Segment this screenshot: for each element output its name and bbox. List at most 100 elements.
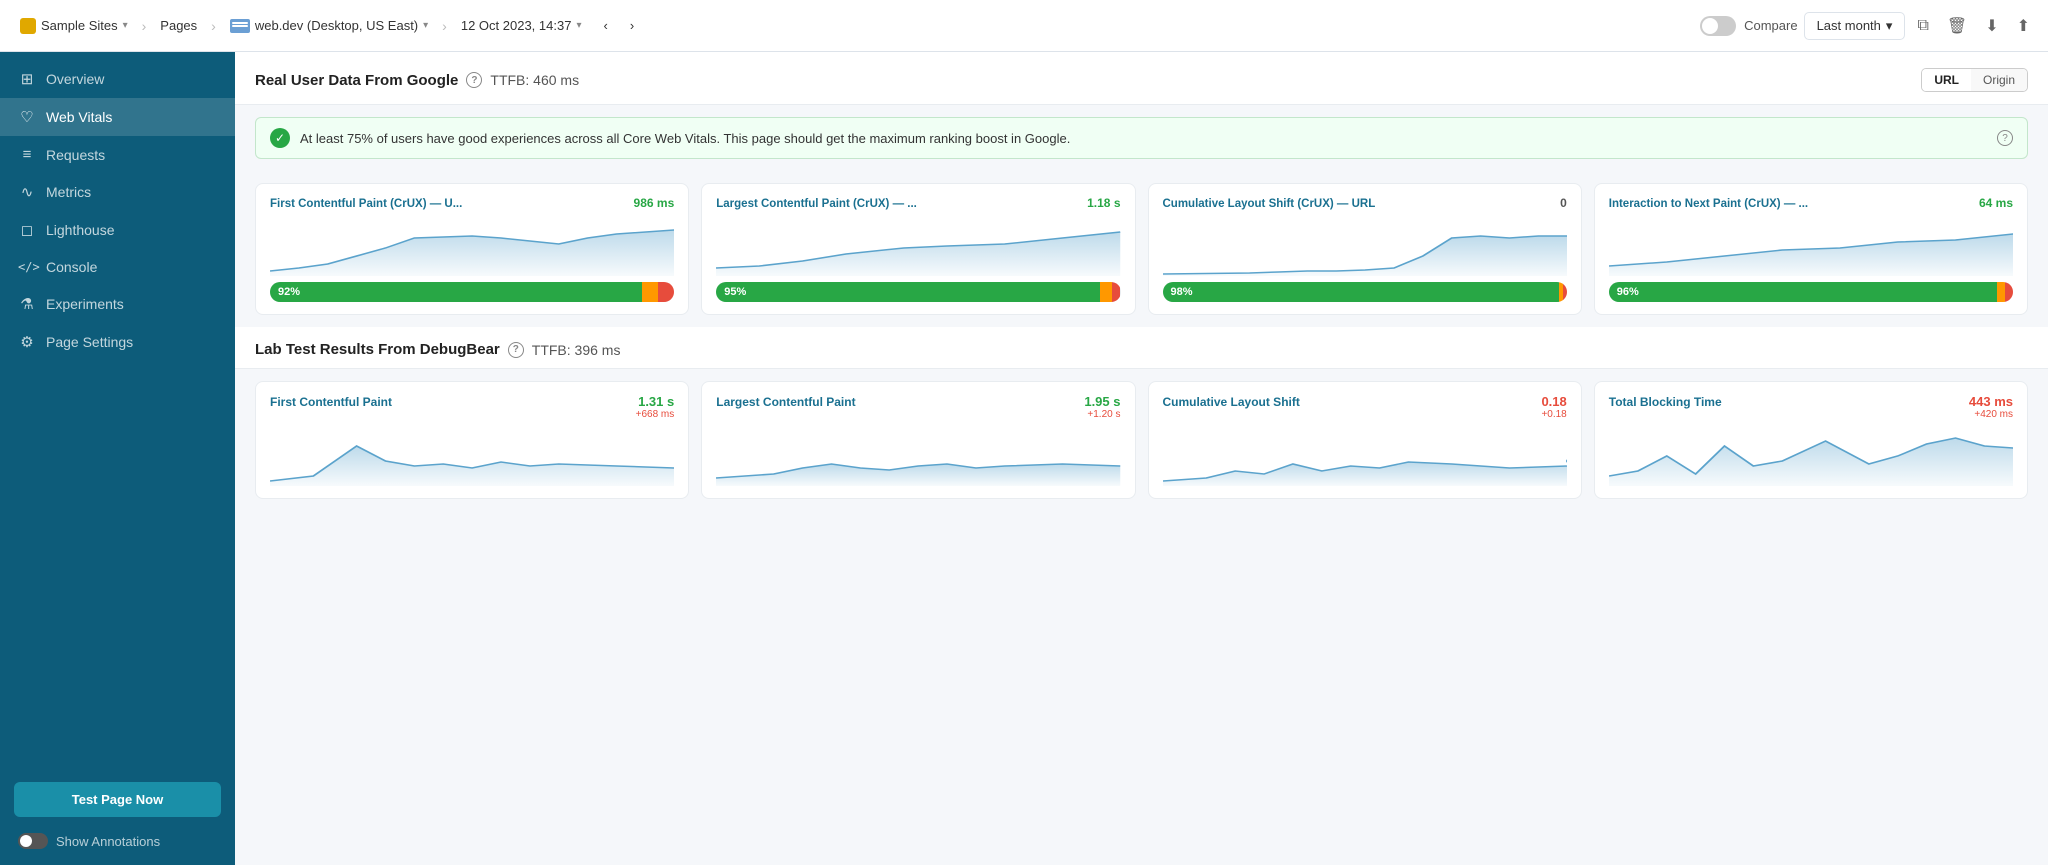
pages-nav[interactable]: Pages	[152, 14, 205, 37]
lab-metric-value-1: 1.95 s	[1084, 394, 1120, 409]
topbar: Sample Sites ▾ › Pages › web.dev (Deskto…	[0, 0, 2048, 52]
real-user-card-0[interactable]: First Contentful Paint (CrUX) — U... 986…	[255, 183, 689, 315]
lab-metric-header-1: Largest Contentful Paint 1.95 s +1.20 s	[716, 394, 1120, 420]
pages-label: Pages	[160, 18, 197, 33]
metric-title-3: Interaction to Next Paint (CrUX) — ... 6…	[1609, 196, 2013, 210]
sep3: ›	[442, 18, 447, 34]
sidebar-item-overview[interactable]: ⊞ Overview	[0, 60, 235, 98]
last-month-btn[interactable]: Last month ▾	[1804, 12, 1906, 40]
lab-metric-value-2: 0.18	[1541, 394, 1566, 409]
open-external-btn[interactable]: ⧉	[1911, 11, 1934, 41]
compare-toggle[interactable]	[1700, 16, 1736, 36]
lab-metric-title-2: Cumulative Layout Shift	[1163, 395, 1300, 409]
sidebar-item-requests[interactable]: ≡ Requests	[0, 136, 235, 173]
content-area: Real User Data From Google ? TTFB: 460 m…	[235, 52, 2048, 865]
url-btn[interactable]: URL	[1922, 69, 1971, 91]
requests-icon: ≡	[18, 146, 36, 163]
sidebar-item-experiments[interactable]: ⚗ Experiments	[0, 285, 235, 323]
lab-metric-delta-1: +1.20 s	[1084, 409, 1120, 420]
sidebar-item-web-vitals[interactable]: ♡ Web Vitals	[0, 98, 235, 136]
experiments-icon: ⚗	[18, 295, 36, 313]
lab-metric-header-0: First Contentful Paint 1.31 s +668 ms	[270, 394, 674, 420]
lab-metric-delta-2: +0.18	[1541, 409, 1566, 420]
compare-section: Compare	[1700, 16, 1797, 36]
prev-btn[interactable]: ‹	[595, 14, 615, 37]
annotations-toggle[interactable]	[18, 833, 48, 849]
date-selector[interactable]: 12 Oct 2023, 14:37 ▾	[453, 14, 590, 37]
lab-title: Lab Test Results From DebugBear	[255, 341, 500, 358]
page-selector[interactable]: web.dev (Desktop, US East) ▾	[222, 14, 436, 37]
sidebar-item-metrics[interactable]: ∿ Metrics	[0, 173, 235, 211]
progress-bar-1: 95%	[716, 282, 1120, 302]
page-icon	[230, 19, 250, 33]
sep2: ›	[211, 18, 216, 34]
lab-sparkline-3	[1609, 426, 2013, 486]
metric-title-2: Cumulative Layout Shift (CrUX) — URL 0	[1163, 196, 1567, 210]
test-page-now-label: Test Page Now	[72, 792, 164, 807]
good-notice: ✓ At least 75% of users have good experi…	[255, 117, 2028, 159]
lab-ttfb: TTFB: 396 ms	[532, 342, 621, 358]
site-selector[interactable]: Sample Sites ▾	[12, 14, 136, 38]
console-icon: </>	[18, 260, 36, 274]
real-user-header: Real User Data From Google ? TTFB: 460 m…	[235, 52, 2048, 105]
page-chevron-icon: ▾	[423, 20, 428, 31]
page-label: web.dev (Desktop, US East)	[255, 18, 418, 33]
sparkline-2	[1163, 216, 1567, 276]
sidebar-label-experiments: Experiments	[46, 296, 124, 312]
sparkline-3	[1609, 216, 2013, 276]
delete-btn[interactable]: 🗑	[1941, 10, 1973, 42]
real-user-card-3[interactable]: Interaction to Next Paint (CrUX) — ... 6…	[1594, 183, 2028, 315]
lab-metric-value-0: 1.31 s	[636, 394, 675, 409]
sidebar-label-lighthouse: Lighthouse	[46, 222, 115, 238]
real-user-info-icon[interactable]: ?	[466, 72, 482, 88]
check-icon: ✓	[270, 128, 290, 148]
main-layout: ⊞ Overview ♡ Web Vitals ≡ Requests ∿ Met…	[0, 52, 2048, 865]
lighthouse-icon: ◻	[18, 221, 36, 239]
lab-metric-delta-0: +668 ms	[636, 409, 675, 420]
test-page-now-button[interactable]: Test Page Now	[14, 782, 221, 817]
progress-bar-2: 98%	[1163, 282, 1567, 302]
progress-bar-3: 96%	[1609, 282, 2013, 302]
site-chevron-icon: ▾	[123, 20, 128, 31]
lab-metric-delta-3: +420 ms	[1969, 409, 2013, 420]
sidebar-item-lighthouse[interactable]: ◻ Lighthouse	[0, 211, 235, 249]
lab-card-0[interactable]: First Contentful Paint 1.31 s +668 ms	[255, 381, 689, 499]
lab-metric-header-3: Total Blocking Time 443 ms +420 ms	[1609, 394, 2013, 420]
progress-bar-0: 92%	[270, 282, 674, 302]
sep1: ›	[142, 18, 147, 34]
metric-title-1: Largest Contentful Paint (CrUX) — ... 1.…	[716, 196, 1120, 210]
next-btn[interactable]: ›	[622, 14, 642, 37]
overview-icon: ⊞	[18, 70, 36, 88]
lab-card-1[interactable]: Largest Contentful Paint 1.95 s +1.20 s	[701, 381, 1135, 499]
lab-title-row: Lab Test Results From DebugBear ? TTFB: …	[255, 341, 620, 358]
annotations-label: Show Annotations	[56, 834, 160, 849]
lab-card-2[interactable]: Cumulative Layout Shift 0.18 +0.18	[1148, 381, 1582, 499]
sidebar: ⊞ Overview ♡ Web Vitals ≡ Requests ∿ Met…	[0, 52, 235, 865]
notice-info-icon[interactable]: ?	[1997, 130, 2013, 146]
sidebar-label-web-vitals: Web Vitals	[46, 109, 112, 125]
real-user-card-2[interactable]: Cumulative Layout Shift (CrUX) — URL 0 9…	[1148, 183, 1582, 315]
last-month-label: Last month	[1817, 18, 1881, 33]
sidebar-item-console[interactable]: </> Console	[0, 249, 235, 285]
site-label: Sample Sites	[41, 18, 118, 33]
sidebar-label-metrics: Metrics	[46, 184, 91, 200]
lab-card-3[interactable]: Total Blocking Time 443 ms +420 ms	[1594, 381, 2028, 499]
lab-metric-value-3: 443 ms	[1969, 394, 2013, 409]
real-user-title-row: Real User Data From Google ? TTFB: 460 m…	[255, 72, 579, 89]
lab-metric-header-2: Cumulative Layout Shift 0.18 +0.18	[1163, 394, 1567, 420]
lab-sparkline-0	[270, 426, 674, 486]
lab-info-icon[interactable]: ?	[508, 342, 524, 358]
real-user-card-1[interactable]: Largest Contentful Paint (CrUX) — ... 1.…	[701, 183, 1135, 315]
web-vitals-icon: ♡	[18, 108, 36, 126]
metrics-icon: ∿	[18, 183, 36, 201]
site-favicon	[20, 18, 36, 34]
download-btn[interactable]: ⬇	[1979, 10, 2004, 42]
date-label: 12 Oct 2023, 14:37	[461, 18, 572, 33]
share-btn[interactable]: ⬆	[2011, 10, 2036, 42]
sparkline-0	[270, 216, 674, 276]
origin-btn[interactable]: Origin	[1971, 69, 2027, 91]
sidebar-item-page-settings[interactable]: ⚙ Page Settings	[0, 323, 235, 361]
lab-metric-title-1: Largest Contentful Paint	[716, 395, 855, 409]
real-user-ttfb: TTFB: 460 ms	[490, 72, 579, 88]
metric-title-0: First Contentful Paint (CrUX) — U... 986…	[270, 196, 674, 210]
